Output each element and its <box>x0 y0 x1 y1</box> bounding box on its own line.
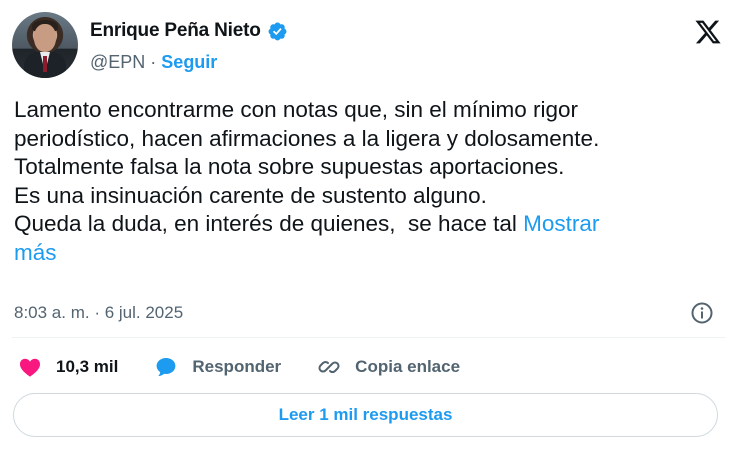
tweet-line-last: Queda la duda, en interés de quienes, se… <box>14 210 726 239</box>
read-replies-button[interactable]: Leer 1 mil respuestas <box>13 393 718 437</box>
like-button[interactable]: 10,3 mil <box>18 355 118 379</box>
info-icon[interactable] <box>690 301 714 325</box>
show-more-link-continued[interactable]: más <box>14 239 726 268</box>
heart-icon <box>19 358 41 377</box>
tweet-header: Enrique Peña Nieto @EPN · Seguir <box>12 12 724 78</box>
author-name-row: Enrique Peña Nieto <box>90 20 288 42</box>
x-logo-icon[interactable] <box>694 18 722 46</box>
tweet-line: Lamento encontrarme con notas que, sin e… <box>14 97 579 122</box>
author-handle-row: @EPN · Seguir <box>90 52 217 73</box>
tweet-meta: 8:03 a. m. · 6 jul. 2025 <box>14 300 714 326</box>
copy-link-label: Copia enlace <box>355 357 461 376</box>
reply-button[interactable]: Responder <box>154 355 281 379</box>
avatar[interactable] <box>12 12 78 78</box>
copy-link-button[interactable]: Copia enlace <box>317 355 460 379</box>
author-name[interactable]: Enrique Peña Nieto <box>90 20 261 42</box>
show-more-link[interactable]: Mostrar <box>523 211 599 236</box>
tweet-line: periodístico, hacen afirmaciones a la li… <box>14 125 600 151</box>
tweet-line: Es una insinuación carente de sustento a… <box>14 182 487 208</box>
reply-bubble-icon <box>156 358 176 377</box>
tweet-text: Lamento encontrarme con notas que, sin e… <box>14 96 726 268</box>
separator-dot: · <box>150 52 157 72</box>
author-handle[interactable]: @EPN <box>90 52 145 73</box>
link-icon <box>318 360 340 374</box>
timestamp[interactable]: 8:03 a. m. · 6 jul. 2025 <box>14 303 183 323</box>
tweet-line: Queda la duda, en interés de quienes, se… <box>14 211 524 237</box>
reply-label: Responder <box>192 357 282 376</box>
tweet-line: Totalmente falsa la nota sobre supuestas… <box>14 154 565 180</box>
follow-button[interactable]: Seguir <box>161 52 217 73</box>
verified-badge-icon <box>268 22 287 40</box>
tweet-actions: 10,3 mil Responder Copia enlace <box>18 352 496 382</box>
divider <box>12 337 726 338</box>
like-count: 10,3 mil <box>56 357 119 376</box>
